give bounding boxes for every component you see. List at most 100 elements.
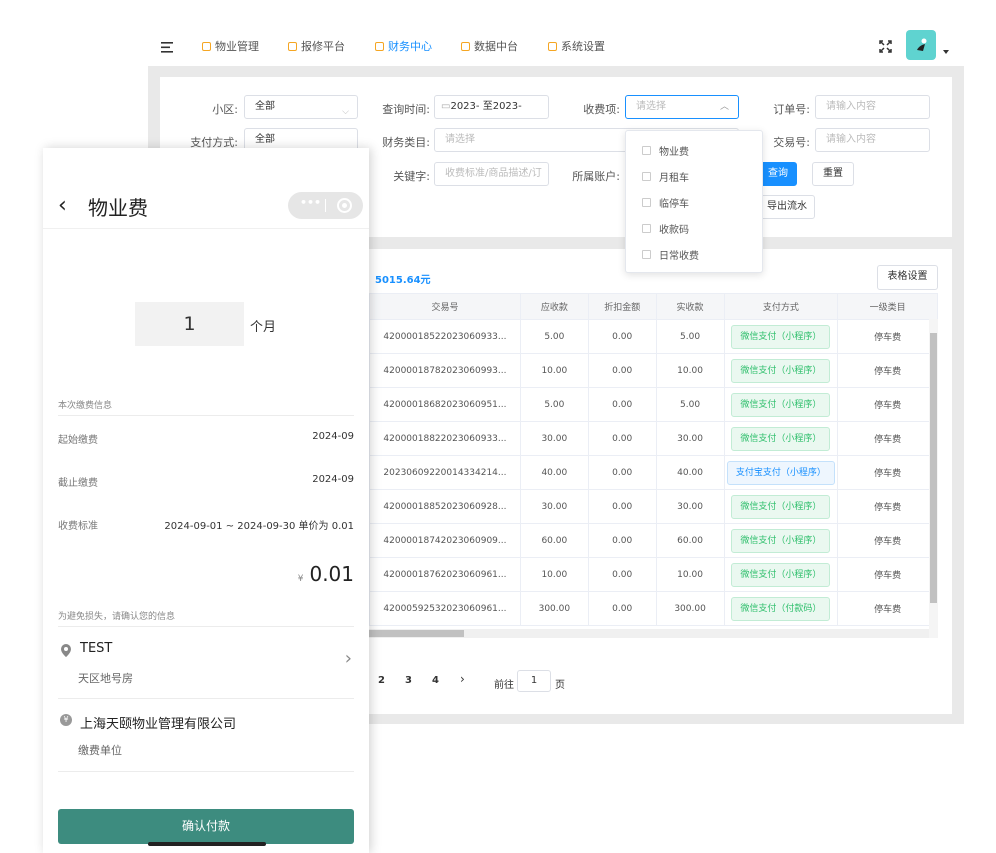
table-row[interactable]: 42000018682023060951... 5.00 0.00 5.00 微信支付（…	[369, 387, 938, 422]
column-header[interactable]: 支付方式	[723, 293, 839, 320]
checkbox[interactable]	[642, 172, 651, 181]
table-row[interactable]: 42000018742023060909... 60.00 0.00 60.00 微信支…	[369, 523, 938, 558]
trade-no-input[interactable]: 请输入内容	[815, 128, 930, 152]
standard-value: 2024-09-01 ~ 2024-09-30 单价为 0.01	[164, 521, 354, 532]
date-range-picker[interactable]: ▭2023- 至2023-	[434, 95, 549, 119]
tab-property-management[interactable]: 物业管理	[202, 38, 259, 54]
divider	[43, 228, 369, 229]
table-row[interactable]: 42000018782023060993... 10.00 0.00 10.00 微信支…	[369, 353, 938, 388]
checkbox[interactable]	[642, 250, 651, 259]
vertical-scrollbar[interactable]	[929, 319, 938, 638]
table-cell: 0.00	[587, 523, 657, 558]
dropdown-option[interactable]: 月租车	[642, 169, 689, 184]
table-cell: 停车费	[837, 523, 938, 558]
close-mini-program-icon[interactable]	[337, 198, 352, 213]
table-row[interactable]: 42000018852023060928... 30.00 0.00 30.00 微信支…	[369, 489, 938, 524]
page-3[interactable]: 3	[405, 675, 412, 686]
fee-item-select[interactable]: 请选择 ︿	[625, 95, 739, 119]
dropdown-option[interactable]: 收款码	[642, 221, 689, 236]
tab-finance-center[interactable]: 财务中心	[375, 38, 432, 54]
checkbox[interactable]	[642, 146, 651, 155]
date-start: 2023-	[450, 101, 480, 112]
table-row[interactable]: 42000592532023060961... 300.00 0.00 300.00 微…	[369, 591, 938, 626]
export-button[interactable]: 导出流水	[759, 195, 815, 219]
menu-toggle-icon[interactable]	[161, 38, 173, 53]
transaction-table: 交易号 应收款 折扣金额 实收款 支付方式 一级类目 420000185220230609…	[369, 293, 938, 626]
table-row[interactable]: 42000018522023060933... 5.00 0.00 5.00 微信支付（…	[369, 319, 938, 354]
query-time-label: 查询时间:	[382, 103, 430, 116]
next-page-icon[interactable]: ›	[460, 672, 465, 686]
table-cell: 42000018742023060909...	[369, 523, 521, 558]
table-cell: 微信支付（小程序）	[723, 319, 839, 354]
column-header[interactable]: 一级类目	[837, 293, 938, 320]
table-settings-button[interactable]: 表格设置	[877, 265, 938, 290]
mobile-payment-screen: ‹ 物业费 ••• 1 个月 本次缴费信息 起始缴费 2024-09 截止缴费 …	[43, 148, 369, 853]
table-cell: 40.00	[519, 455, 589, 490]
capsule-menu[interactable]: •••	[288, 192, 363, 219]
tab-label: 物业管理	[215, 40, 259, 53]
table-cell: 42000018762023060961...	[369, 557, 521, 592]
column-header[interactable]: 实收款	[655, 293, 725, 320]
pay-method-tag: 微信支付（小程序）	[731, 324, 831, 349]
avatar[interactable]	[906, 30, 936, 60]
house-row[interactable]: TEST 天区地号房 ›	[58, 628, 354, 698]
scrollbar-thumb[interactable]	[930, 333, 937, 603]
dropdown-option[interactable]: 临停车	[642, 195, 689, 210]
table-row[interactable]: 42000018762023060961... 10.00 0.00 10.00 微信支…	[369, 557, 938, 592]
divider	[58, 415, 354, 416]
month-count-input[interactable]: 1	[135, 302, 244, 346]
dropdown-option[interactable]: 物业费	[642, 143, 689, 158]
chevron-down-icon: ⌵	[342, 107, 349, 117]
community-select[interactable]: 全部 ⌵	[244, 95, 358, 119]
page-title: 物业费	[88, 196, 148, 220]
tab-data-center[interactable]: 数据中台	[461, 38, 518, 54]
chevron-up-icon: ︿	[719, 102, 729, 112]
page-2[interactable]: 2	[378, 675, 385, 686]
house-name: TEST	[80, 641, 113, 656]
table-cell: 42000018782023060993...	[369, 353, 521, 388]
standard-label: 收费标准	[58, 521, 98, 532]
table-cell: 停车费	[837, 387, 938, 422]
checkbox[interactable]	[642, 224, 651, 233]
fee-item-dropdown: 物业费月租车临停车收款码日常收费	[625, 130, 763, 273]
table-cell: 0.00	[587, 455, 657, 490]
keyword-input[interactable]: 收费标准/商品描述/订	[434, 162, 549, 186]
back-icon[interactable]: ‹	[58, 193, 67, 218]
column-header[interactable]: 交易号	[369, 293, 521, 320]
table-cell: 30.00	[655, 489, 725, 524]
table-row[interactable]: 42000018822023060933... 30.00 0.00 30.00 微信支…	[369, 421, 938, 456]
tab-repair-platform[interactable]: 报修平台	[288, 38, 345, 54]
table-cell: 支付宝支付（小程序）	[723, 455, 839, 490]
pay-method-tag: 微信支付（小程序）	[731, 358, 831, 383]
pay-method-tag: 微信支付（付款码）	[731, 596, 831, 621]
order-no-input[interactable]: 请输入内容	[815, 95, 930, 119]
finance-category-label: 财务类目:	[382, 136, 430, 149]
top-nav: 物业管理 报修平台 财务中心 数据中台 系统设置	[148, 22, 964, 66]
table-cell: 10.00	[655, 557, 725, 592]
keyword-label: 关键字:	[393, 170, 430, 183]
column-header[interactable]: 折扣金额	[587, 293, 657, 320]
reset-button[interactable]: 重置	[812, 162, 854, 186]
table-row[interactable]: 20230609220014334214... 40.00 0.00 40.00 支付宝…	[369, 455, 938, 490]
more-icon[interactable]: •••	[300, 196, 321, 209]
tab-system-settings[interactable]: 系统设置	[548, 38, 605, 54]
table-cell: 60.00	[655, 523, 725, 558]
scrollbar-thumb[interactable]	[369, 630, 464, 637]
divider	[58, 626, 354, 627]
table-cell: 5.00	[519, 319, 589, 354]
checkbox[interactable]	[642, 198, 651, 207]
column-header[interactable]: 应收款	[519, 293, 589, 320]
table-cell: 300.00	[655, 591, 725, 626]
confirm-pay-button[interactable]: 确认付款	[58, 809, 354, 844]
goto-page-input[interactable]: 1	[517, 670, 551, 692]
dropdown-option[interactable]: 日常收费	[642, 247, 699, 262]
goto-label: 前往	[494, 680, 514, 691]
page-4[interactable]: 4	[432, 675, 439, 686]
chevron-down-icon[interactable]	[943, 50, 949, 54]
table-cell: 5.00	[519, 387, 589, 422]
table-cell: 停车费	[837, 421, 938, 456]
horizontal-scrollbar[interactable]	[369, 629, 929, 638]
fullscreen-icon[interactable]	[879, 38, 892, 53]
query-button[interactable]: 查询	[759, 162, 797, 186]
tab-icon	[288, 41, 297, 51]
